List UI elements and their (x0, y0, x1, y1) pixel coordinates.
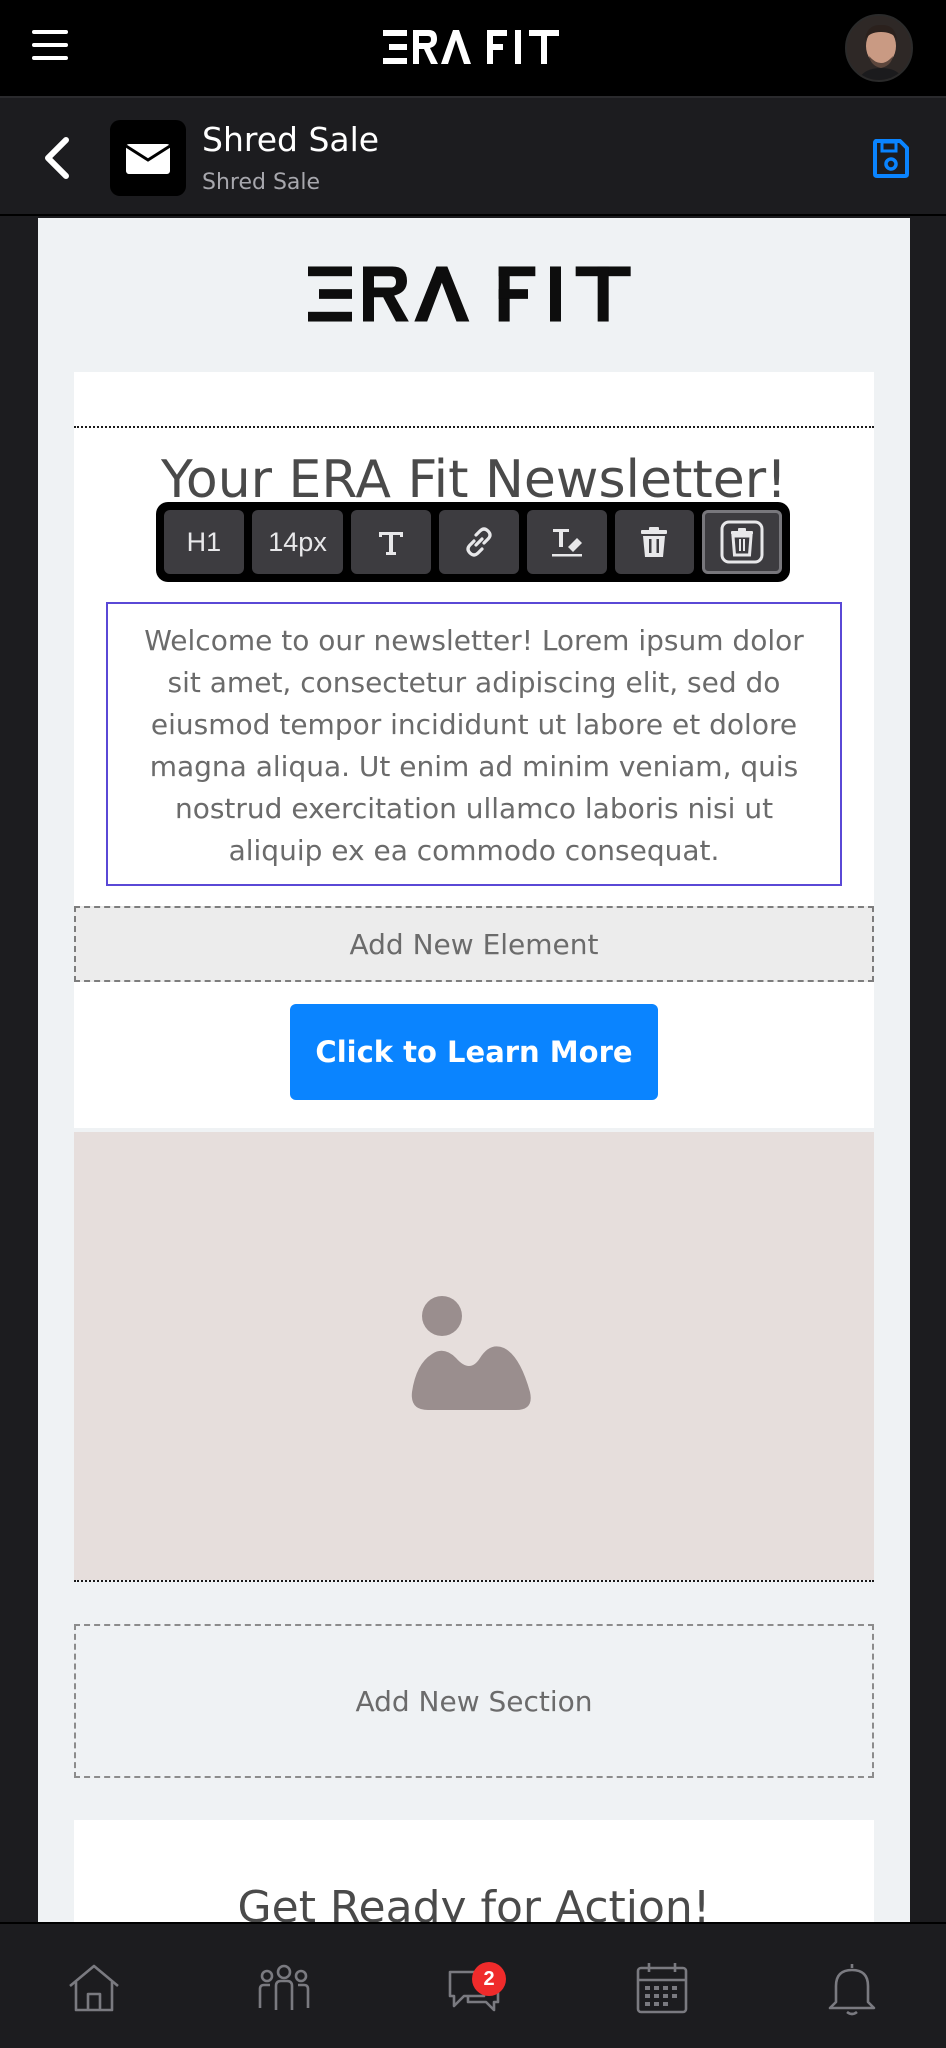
bell-icon[interactable] (822, 1958, 882, 2018)
page-title: Shred Sale (202, 120, 380, 159)
section-divider (74, 426, 874, 428)
text-format-icon[interactable] (351, 510, 432, 574)
email-canvas: Your ERA Fit Newsletter! H1 14px Welcome… (38, 218, 910, 1922)
floppy-disk-icon[interactable] (872, 138, 910, 178)
learn-more-button[interactable]: Click to Learn More (290, 1004, 658, 1100)
page-subtitle: Shred Sale (202, 170, 321, 195)
image-placeholder-icon (411, 1296, 531, 1410)
add-section-button[interactable]: Add New Section (74, 1624, 874, 1778)
canvas-logo (308, 266, 631, 322)
hamburger-icon[interactable] (32, 30, 68, 66)
trash-outline-icon[interactable] (702, 510, 782, 574)
document-header: Shred Sale Shred Sale (0, 98, 946, 216)
user-avatar[interactable] (845, 14, 913, 82)
heading-level-button[interactable]: H1 (164, 510, 244, 574)
people-icon[interactable] (254, 1958, 314, 2018)
image-block[interactable] (74, 1132, 874, 1580)
body-text-block[interactable]: Welcome to our newsletter! Lorem ipsum d… (106, 602, 842, 886)
top-app-bar (0, 0, 946, 98)
body-text[interactable]: Welcome to our newsletter! Lorem ipsum d… (128, 620, 820, 872)
section-headline-2[interactable]: Get Ready for Action! (74, 1882, 874, 1922)
clear-format-icon[interactable] (526, 510, 607, 574)
brand-logo (383, 30, 559, 64)
trash-icon[interactable] (614, 510, 695, 574)
calendar-icon[interactable] (632, 1958, 692, 2018)
section-divider-2 (74, 1580, 874, 1582)
add-element-button[interactable]: Add New Element (74, 906, 874, 982)
font-size-button[interactable]: 14px (251, 510, 344, 574)
envelope-icon (110, 120, 186, 196)
home-icon[interactable] (64, 1958, 124, 2018)
chat-badge: 2 (472, 1962, 506, 1996)
chevron-left-icon[interactable] (38, 134, 78, 182)
link-icon[interactable] (439, 510, 519, 574)
newsletter-headline[interactable]: Your ERA Fit Newsletter! (74, 450, 874, 510)
bottom-navigation: 2 (0, 1922, 946, 2048)
format-toolbar: H1 14px (156, 502, 790, 582)
